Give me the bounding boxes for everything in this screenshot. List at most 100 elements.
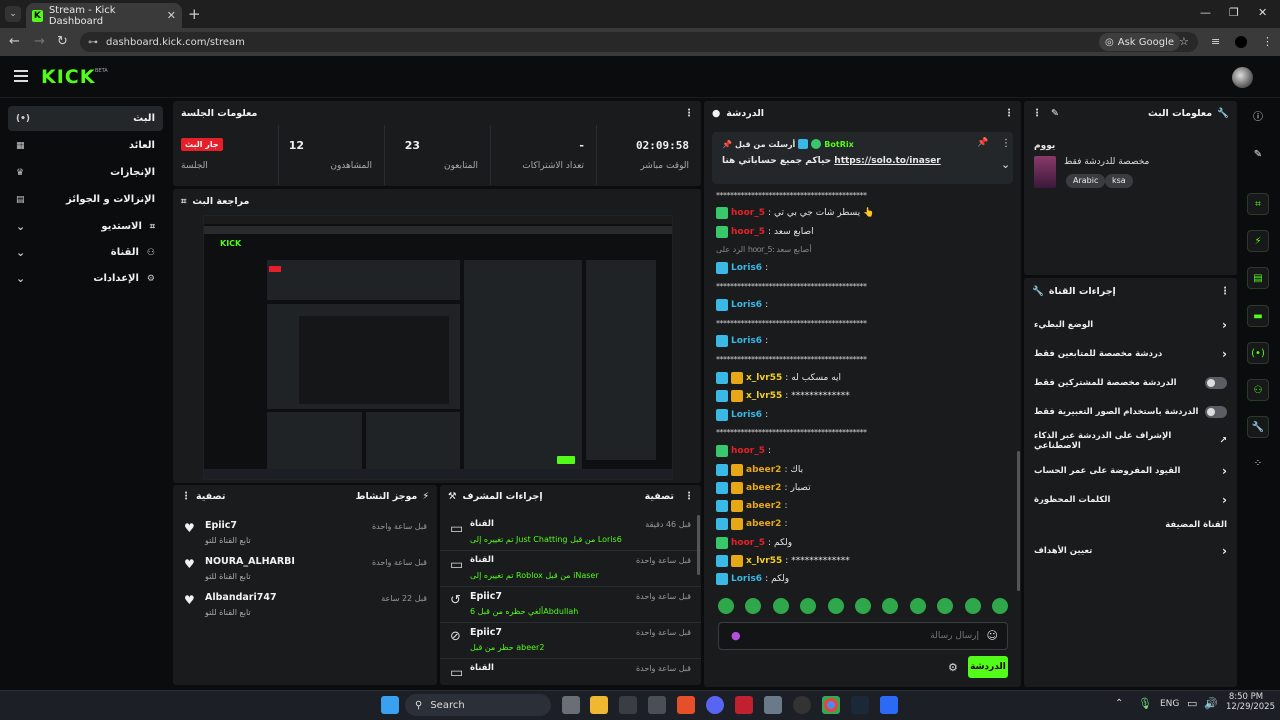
nav-item-channel[interactable]: ⌄ القناة ⚇	[8, 240, 163, 265]
emote-icon[interactable]	[827, 598, 844, 614]
app-icon[interactable]	[619, 696, 637, 714]
kick-logo[interactable]: KICK	[41, 66, 95, 88]
tab-close-icon[interactable]: ✕	[167, 9, 176, 22]
reload-button[interactable]: ↻	[57, 34, 68, 49]
emote-icon[interactable]	[854, 598, 871, 614]
task-view-icon[interactable]	[562, 696, 580, 714]
chat-username[interactable]: x_lvr55	[746, 373, 782, 383]
chat-username[interactable]: x_lvr55	[746, 556, 782, 566]
action-set-goals[interactable]: تعيين الأهداف ›	[1034, 541, 1227, 561]
windows-start-icon[interactable]	[381, 696, 399, 714]
more-options-icon[interactable]: ⋮	[684, 108, 694, 119]
mod-action-head[interactable]: Epiic7	[470, 627, 502, 638]
nav-item-revenue[interactable]: ▦ العائد	[8, 133, 163, 158]
chat-username[interactable]: x_lvr55	[746, 391, 782, 401]
activity-user[interactable]: Epiic7	[205, 520, 237, 531]
chat-username[interactable]: Loris6	[731, 574, 762, 584]
discord-icon[interactable]	[706, 696, 724, 714]
forward-button[interactable]: →	[34, 34, 45, 49]
mic-icon[interactable]: 🎙	[1138, 697, 1152, 710]
chat-toggle-icon[interactable]: ▬	[1247, 305, 1269, 327]
browser-tab[interactable]: K Stream - Kick Dashboard ✕	[26, 3, 182, 28]
bookmark-star-icon[interactable]: ☆	[1179, 35, 1189, 48]
tag-arabic[interactable]: Arabic	[1066, 174, 1106, 188]
emote-icon[interactable]	[909, 598, 926, 614]
app-icon[interactable]	[793, 696, 811, 714]
chat-username[interactable]: Loris6	[731, 263, 762, 273]
language-indicator[interactable]: ENG	[1160, 699, 1179, 709]
emoji-icon[interactable]: ☺	[987, 629, 998, 642]
window-close-button[interactable]: ✕	[1258, 6, 1267, 19]
settings-icon[interactable]	[764, 696, 782, 714]
emote-icon[interactable]	[937, 598, 954, 614]
nav-item-drops[interactable]: ▤ الإنزالات و الجوائز	[8, 187, 163, 212]
mod-action-head[interactable]: Epiic7	[470, 591, 502, 602]
media-icon[interactable]: ≡	[1211, 35, 1220, 48]
chat-username[interactable]: abeer2	[746, 519, 781, 529]
app-icon[interactable]	[648, 696, 666, 714]
scrollbar[interactable]	[697, 515, 700, 575]
back-button[interactable]: ←	[9, 34, 20, 49]
chat-username[interactable]: abeer2	[746, 501, 781, 511]
site-info-icon[interactable]: ⊶	[88, 37, 98, 48]
chat-scrollbar[interactable]	[1017, 451, 1020, 591]
broadcast-toggle-icon[interactable]: (•)	[1247, 342, 1269, 364]
ask-google-button[interactable]: ◎ Ask Google	[1099, 33, 1181, 51]
chat-username[interactable]: Loris6	[731, 300, 762, 310]
microphone-icon[interactable]: ●	[731, 629, 741, 642]
chat-send-button[interactable]: الدردشة	[968, 656, 1008, 678]
stream-category[interactable]: مخصصة للدردشة فقط	[1064, 157, 1149, 167]
nav-item-studio[interactable]: ⌄ الاستديو ⌗	[8, 214, 163, 239]
chevron-down-icon[interactable]: ⌄	[1001, 158, 1010, 171]
emote-icon[interactable]	[964, 598, 981, 614]
tray-overflow-icon[interactable]: ⌃	[1115, 698, 1123, 709]
add-widget-icon[interactable]: ⁘	[1247, 453, 1269, 475]
edit-pencil-icon[interactable]: ✎	[1247, 144, 1269, 166]
more-options-icon[interactable]: ⋮	[181, 491, 191, 502]
nav-item-stream[interactable]: (•) البث	[8, 106, 163, 131]
action-followers-only[interactable]: دردشة مخصصة للمتابعين فقط ›	[1034, 344, 1227, 364]
nav-item-achievements[interactable]: ♛ الإنجازات	[8, 160, 163, 185]
chat-username[interactable]: hoor_5	[731, 227, 765, 237]
more-options-icon[interactable]: ⋮	[1032, 108, 1042, 119]
new-tab-button[interactable]: +	[188, 5, 201, 23]
chat-input-box[interactable]: ● ☺	[718, 622, 1008, 650]
activity-user[interactable]: NOURA_ALHARBI	[205, 556, 295, 567]
user-avatar[interactable]	[1232, 67, 1253, 88]
network-icon[interactable]: ▭	[1187, 697, 1197, 710]
chrome-icon[interactable]	[822, 696, 840, 714]
chat-username[interactable]: abeer2	[746, 465, 781, 475]
menu-icon[interactable]: ⋮	[1262, 35, 1273, 48]
category-thumbnail[interactable]	[1034, 156, 1056, 188]
chat-message-input[interactable]	[749, 627, 979, 645]
emote-icon[interactable]	[800, 598, 817, 614]
taskbar-search[interactable]: ⚲ Search	[405, 694, 551, 716]
wrench-toggle-icon[interactable]: 🔧	[1247, 416, 1269, 438]
chat-username[interactable]: Loris6	[731, 410, 762, 420]
minimize-button[interactable]: —	[1200, 6, 1211, 19]
document-toggle-icon[interactable]: ▤	[1247, 267, 1269, 289]
stream-preview-video[interactable]: KICK	[203, 215, 673, 480]
more-options-icon[interactable]: ⋮	[1004, 108, 1014, 119]
volume-icon[interactable]: 🔊	[1204, 697, 1218, 710]
emote-icon[interactable]	[718, 598, 734, 614]
activity-user[interactable]: Albandari747	[205, 592, 277, 603]
emote-icon[interactable]	[882, 598, 899, 614]
chat-settings-gear-icon[interactable]: ⚙	[948, 661, 958, 674]
emote-icon[interactable]	[745, 598, 762, 614]
tab-list-button[interactable]: ⌄	[5, 6, 21, 22]
filter-button[interactable]: تصفية	[645, 491, 674, 502]
app-icon[interactable]	[880, 696, 898, 714]
stream-preview-toggle-icon[interactable]: ⌗	[1247, 193, 1269, 215]
chat-username[interactable]: Loris6	[731, 336, 762, 346]
action-banned-words[interactable]: الكلمات المحظورة ›	[1034, 490, 1227, 510]
pinned-link[interactable]: https://solo.to/inaser	[834, 156, 940, 166]
action-slow-mode[interactable]: الوضع البطيء ›	[1034, 315, 1227, 335]
more-options-icon[interactable]: ⋮	[1001, 138, 1011, 149]
file-explorer-icon[interactable]	[590, 696, 608, 714]
nav-item-settings[interactable]: ⌄ الإعدادات ⚙	[8, 266, 163, 291]
app-icon[interactable]	[735, 696, 753, 714]
url-field[interactable]: ⊶ dashboard.kick.com/stream	[80, 32, 1198, 52]
emote-only-toggle[interactable]	[1205, 406, 1227, 418]
mod-toggle-icon[interactable]: ⚇	[1247, 379, 1269, 401]
